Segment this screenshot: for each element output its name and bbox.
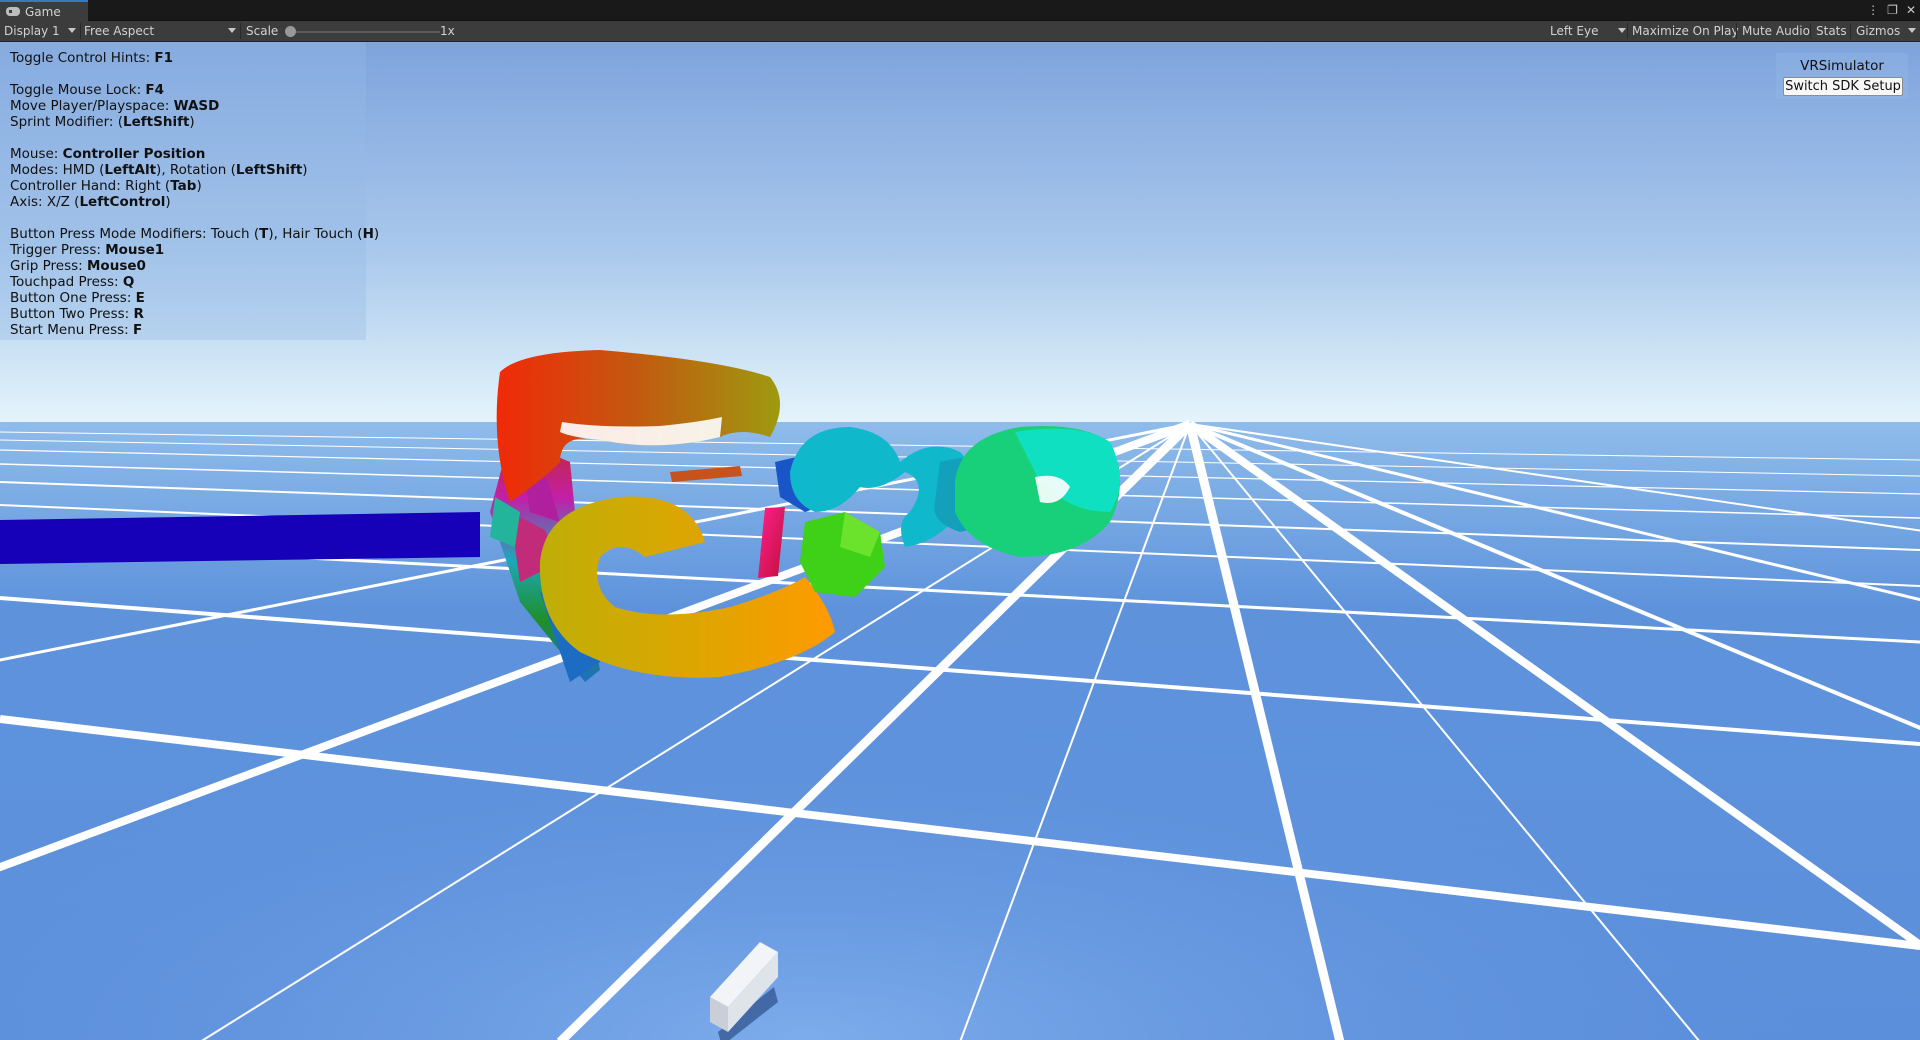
hint-label: Modes: HMD ( [10,162,105,178]
hint-key: LeftControl [79,194,166,210]
control-hints-panel: Toggle Control Hints: F1 Toggle Mouse Lo… [0,42,379,340]
hint-spacer [10,210,356,226]
hint-button-one: Button One Press: E [10,290,356,306]
hint-mouse-lock: Toggle Mouse Lock: F4 [10,82,356,98]
hint-toggle-hints: Toggle Control Hints: F1 [10,50,356,66]
hint-label: Toggle Mouse Lock: [10,82,146,98]
hint-grip: Grip Press: Mouse0 [10,258,356,274]
hint-label: Button Two Press: [10,306,134,322]
hint-modifiers: Button Press Mode Modifiers: Touch (T), … [10,226,379,242]
hint-touchpad: Touchpad Press: Q [10,274,356,290]
more-menu-icon[interactable]: ⋮ [1867,2,1879,18]
hint-mouse: Mouse: Controller Position [10,146,356,162]
hint-key: Q [122,274,135,290]
hint-key: LeftShift [123,114,190,130]
hint-label: Controller Hand: Right ( [10,178,171,194]
eye-dropdown-label: Left Eye [1550,24,1599,38]
hint-label: Move Player/Playspace: [10,98,174,114]
toolbar-divider [1810,23,1811,39]
hint-suffix: ) [165,194,171,210]
scale-label: Scale [246,24,279,38]
hint-suffix: ) [302,162,308,178]
hint-spacer [10,66,356,82]
mute-audio-button[interactable]: Mute Audio [1738,21,1814,41]
tab-game[interactable]: Game [0,0,88,21]
hint-label: Mouse: [10,146,63,162]
hint-trigger: Trigger Press: Mouse1 [10,242,356,258]
close-icon[interactable]: ✕ [1906,2,1916,18]
maximize-icon[interactable]: ❐ [1887,2,1898,18]
tab-bar: Game ⋮ ❐ ✕ [0,0,1920,21]
hint-label: Sprint Modifier: ( [10,114,124,130]
hint-key: Mouse0 [87,258,146,274]
hint-key: WASD [173,98,220,114]
gamepad-icon [6,7,20,16]
controller-pointer-beam [0,512,480,564]
hint-label: Toggle Control Hints: [10,50,155,66]
hint-button-two: Button Two Press: R [10,306,356,322]
hint-suffix: ) [196,178,202,194]
gizmos-dropdown[interactable]: Gizmos [1852,21,1920,41]
eye-dropdown[interactable]: Left Eye [1546,21,1630,41]
hint-axis: Axis: X/Z (LeftControl) [10,194,356,210]
hint-key: H [362,226,374,242]
hint-label: Axis: X/Z ( [10,194,80,210]
hint-sprint: Sprint Modifier: (LeftShift) [10,114,356,130]
switch-sdk-setup-button[interactable]: Switch SDK Setup [1783,77,1903,96]
window-controls: ⋮ ❐ ✕ [1867,2,1916,18]
chevron-down-icon [1908,28,1916,33]
toolbar-divider [1850,23,1851,39]
hint-hand: Controller Hand: Right (Tab) [10,178,356,194]
hint-suffix: ) [189,114,195,130]
toolbar-divider [1736,23,1737,39]
vr-simulator-title: VRSimulator [1800,58,1884,74]
hint-key: Mouse1 [105,242,165,258]
game-toolbar: Display 1 Free Aspect Scale 1x Left Eye … [0,21,1920,42]
hint-key: T [259,226,269,242]
stats-button[interactable]: Stats [1812,21,1851,41]
hint-key: R [133,306,144,322]
gizmos-dropdown-label: Gizmos [1856,24,1901,38]
hint-label: Trigger Press: [10,242,106,258]
hint-move: Move Player/Playspace: WASD [10,98,356,114]
vr-simulator-panel: VRSimulator Switch SDK Setup [1776,53,1908,99]
unity-editor-window: Game ⋮ ❐ ✕ Display 1 Free Aspect Scale 1… [0,0,1920,1040]
hint-label: Touchpad Press: [10,274,123,290]
hint-key: Controller Position [62,146,206,162]
hint-label: Button One Press: [10,290,136,306]
toolbar-divider [240,23,241,39]
hint-modes: Modes: HMD (LeftAlt), Rotation (LeftShif… [10,162,356,178]
hint-label: ), Rotation ( [156,162,236,178]
hint-start-menu: Start Menu Press: F [10,322,356,338]
maximize-on-play-button[interactable]: Maximize On Play [1628,21,1743,41]
display-dropdown[interactable]: Display 1 [0,21,80,41]
hint-key: F [133,322,143,338]
hint-spacer [10,130,356,146]
hint-key: F4 [145,82,165,98]
scale-slider-thumb[interactable] [285,26,296,37]
aspect-dropdown-label: Free Aspect [84,24,155,38]
hint-key: LeftAlt [104,162,157,178]
chevron-down-icon [1618,28,1626,33]
hint-label: Grip Press: [10,258,87,274]
hint-key: F1 [154,50,174,66]
display-dropdown-label: Display 1 [4,24,60,38]
tab-game-label: Game [25,4,61,19]
hint-suffix: ) [373,226,380,242]
hint-label: Start Menu Press: [10,322,133,338]
hint-key: LeftShift [235,162,303,178]
chevron-down-icon [228,28,236,33]
scale-value: 1x [440,24,455,38]
hint-key: Tab [170,178,197,194]
hint-label: ), Hair Touch ( [268,226,363,242]
hint-label: Button Press Mode Modifiers: Touch ( [10,226,260,242]
scale-slider-track[interactable] [290,31,440,33]
hint-key: E [135,290,145,306]
chevron-down-icon [68,28,76,33]
aspect-dropdown[interactable]: Free Aspect [80,21,240,41]
